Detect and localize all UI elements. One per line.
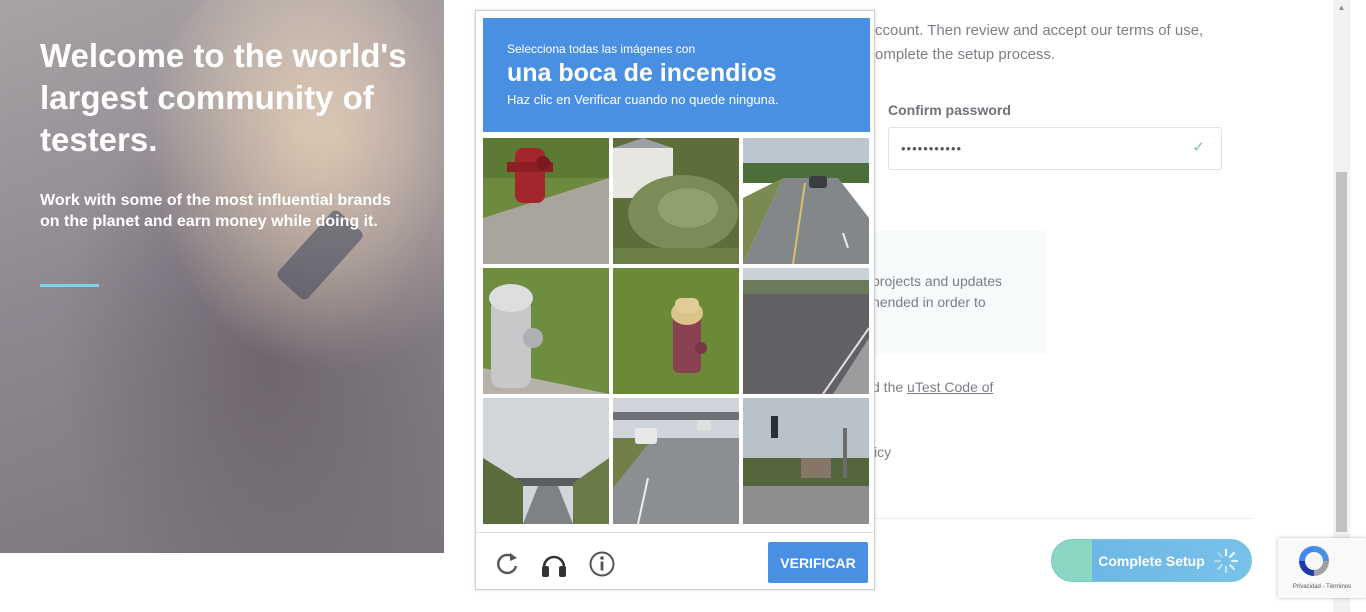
- captcha-tile-3[interactable]: [743, 138, 869, 264]
- captcha-tile-1[interactable]: [483, 138, 609, 264]
- hero-accent-line: [40, 284, 99, 287]
- captcha-tile-9[interactable]: [743, 398, 869, 524]
- tile-image-highway-bridge: [483, 398, 609, 524]
- confirm-password-field[interactable]: ••••••••••• ✓: [888, 127, 1222, 170]
- notice-line2: nended in order to: [872, 294, 986, 310]
- intro-text-line1: ccount. Then review and accept our terms…: [875, 22, 1204, 39]
- check-icon: ✓: [1192, 139, 1205, 156]
- privacy-policy-link[interactable]: icy: [874, 444, 891, 460]
- complete-setup-label: Complete Setup: [1098, 552, 1205, 569]
- info-icon[interactable]: [587, 549, 617, 579]
- tile-image-hydrant-yellow: [613, 268, 739, 394]
- captcha-tile-8[interactable]: [613, 398, 739, 524]
- code-of-conduct-link[interactable]: uTest Code of: [907, 379, 993, 395]
- instruction-target: una boca de incendios: [507, 59, 777, 87]
- tile-image-road-car: [743, 138, 869, 264]
- instruction-line3: Haz clic en Verificar cuando no quede ni…: [507, 92, 779, 107]
- confirm-password-label: Confirm password: [888, 102, 1011, 118]
- hero-panel: Welcome to the world's largest community…: [0, 0, 444, 553]
- captcha-tile-2[interactable]: [613, 138, 739, 264]
- scroll-up-arrow-icon[interactable]: ▲: [1336, 4, 1347, 12]
- code-of-conduct-text: d the uTest Code of: [872, 379, 993, 395]
- password-mask: •••••••••••: [901, 141, 963, 156]
- form-divider: [860, 518, 1253, 519]
- scrollbar-thumb[interactable]: [1336, 172, 1347, 532]
- captcha-tile-6[interactable]: [743, 268, 869, 394]
- captcha-instructions: Selecciona todas las imágenes con una bo…: [483, 18, 870, 132]
- loading-spinner-icon: [1213, 548, 1239, 574]
- tile-image-highway-cars: [613, 398, 739, 524]
- code-prefix: d the: [872, 379, 904, 395]
- verify-button[interactable]: VERIFICAR: [768, 542, 868, 583]
- captcha-dialog: Selecciona todas las imágenes con una bo…: [475, 10, 875, 590]
- captcha-tile-7[interactable]: [483, 398, 609, 524]
- captcha-footer-divider: [476, 532, 874, 533]
- recaptcha-badge-text: Privacidad - Términos: [1292, 584, 1352, 590]
- complete-setup-button[interactable]: Complete Setup: [1051, 539, 1252, 582]
- hero-subtitle: Work with some of the most influential b…: [40, 192, 391, 230]
- captcha-tile-5[interactable]: [613, 268, 739, 394]
- recaptcha-badge[interactable]: Privacidad - Términos: [1278, 538, 1366, 598]
- notice-line1: projects and updates: [872, 273, 1002, 289]
- tile-image-road-intersection: [743, 268, 869, 394]
- tile-image-palm-tree-house: [613, 138, 739, 264]
- tile-image-traffic-light-street: [743, 398, 869, 524]
- captcha-tile-4[interactable]: [483, 268, 609, 394]
- reload-icon[interactable]: [492, 549, 522, 579]
- tile-image-hydrant-silver: [483, 268, 609, 394]
- instruction-line1: Selecciona todas las imágenes con: [507, 42, 696, 56]
- intro-text-line2: omplete the setup process.: [875, 46, 1056, 63]
- recaptcha-logo-icon: [1299, 546, 1329, 576]
- notice-box: projects and updates nended in order to: [860, 231, 1046, 354]
- tile-image-hydrant-red: [483, 138, 609, 264]
- headphones-icon[interactable]: [539, 549, 569, 579]
- hero-title: Welcome to the world's largest community…: [40, 37, 407, 158]
